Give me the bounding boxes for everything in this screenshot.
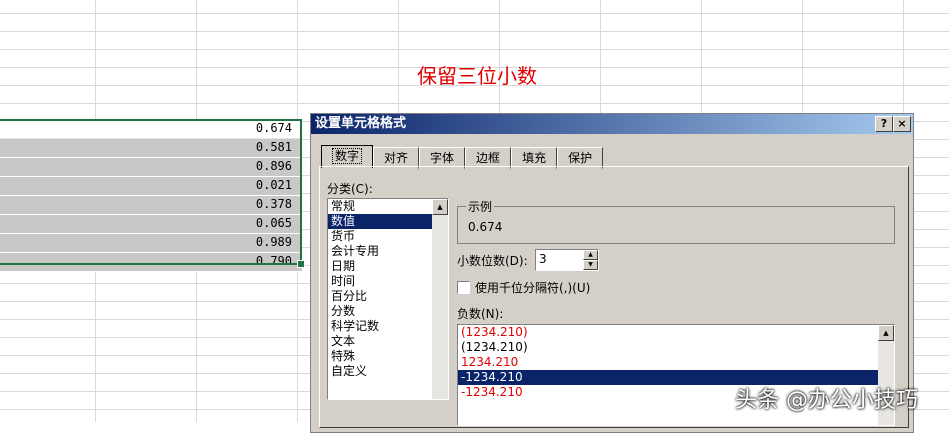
list-item[interactable]: 时间 — [328, 274, 448, 289]
list-item[interactable]: 会计专用 — [328, 244, 448, 259]
sample-label: 示例 — [466, 198, 495, 215]
list-item[interactable]: 日期 — [328, 259, 448, 274]
negative-format-item[interactable]: (1234.210) — [458, 340, 894, 355]
list-item[interactable]: 科学记数 — [328, 319, 448, 334]
help-button[interactable]: ? — [875, 116, 893, 132]
category-scrollbar[interactable]: ▲ — [432, 199, 448, 399]
list-item[interactable]: 百分比 — [328, 289, 448, 304]
dialog-title: 设置单元格格式 — [315, 116, 407, 131]
list-item[interactable]: 文本 — [328, 334, 448, 349]
decimals-value[interactable]: 3 — [539, 252, 547, 266]
list-item[interactable]: 特殊 — [328, 349, 448, 364]
decimals-stepper[interactable]: 3 ▲ ▼ — [535, 249, 599, 271]
watermark: 头条 @办公小技巧 — [735, 388, 918, 413]
list-item[interactable]: 自定义 — [328, 364, 448, 379]
scroll-up-icon[interactable]: ▲ — [432, 199, 448, 215]
sample-value: 0.674 — [468, 220, 503, 234]
list-item[interactable]: 货币 — [328, 229, 448, 244]
annotation-text: 保留三位小数 — [417, 64, 537, 88]
decimals-label: 小数位数(D): — [457, 254, 528, 268]
list-item[interactable]: 常规 — [328, 199, 448, 214]
dialog-titlebar[interactable]: 设置单元格格式 ? × — [311, 114, 913, 134]
thousands-separator-label[interactable]: 使用千位分隔符(,)(U) — [475, 279, 590, 296]
spin-down-icon[interactable]: ▼ — [583, 260, 598, 270]
tab-strip: 数字 对齐 字体 边框 填充 保护 — [321, 145, 604, 169]
negative-format-item[interactable]: (1234.210) — [458, 325, 894, 340]
selection-border — [0, 119, 302, 265]
list-item-selected[interactable]: 数值 — [328, 214, 448, 229]
spin-up-icon[interactable]: ▲ — [583, 250, 598, 260]
negative-numbers-label: 负数(N): — [457, 307, 504, 321]
negative-format-item[interactable]: 1234.210 — [458, 355, 894, 370]
category-list[interactable]: 常规 数值 货币 会计专用 日期 时间 百分比 分数 科学记数 文本 特殊 自定… — [327, 198, 449, 400]
thousands-separator-checkbox[interactable] — [457, 281, 470, 294]
sample-group: 示例 0.674 — [457, 198, 895, 244]
scroll-up-icon[interactable]: ▲ — [878, 325, 894, 341]
fill-handle[interactable] — [297, 260, 305, 268]
list-item[interactable]: 分数 — [328, 304, 448, 319]
category-label: 分类(C): — [327, 182, 373, 196]
tab-number[interactable]: 数字 — [321, 145, 374, 168]
close-button[interactable]: × — [893, 116, 911, 132]
